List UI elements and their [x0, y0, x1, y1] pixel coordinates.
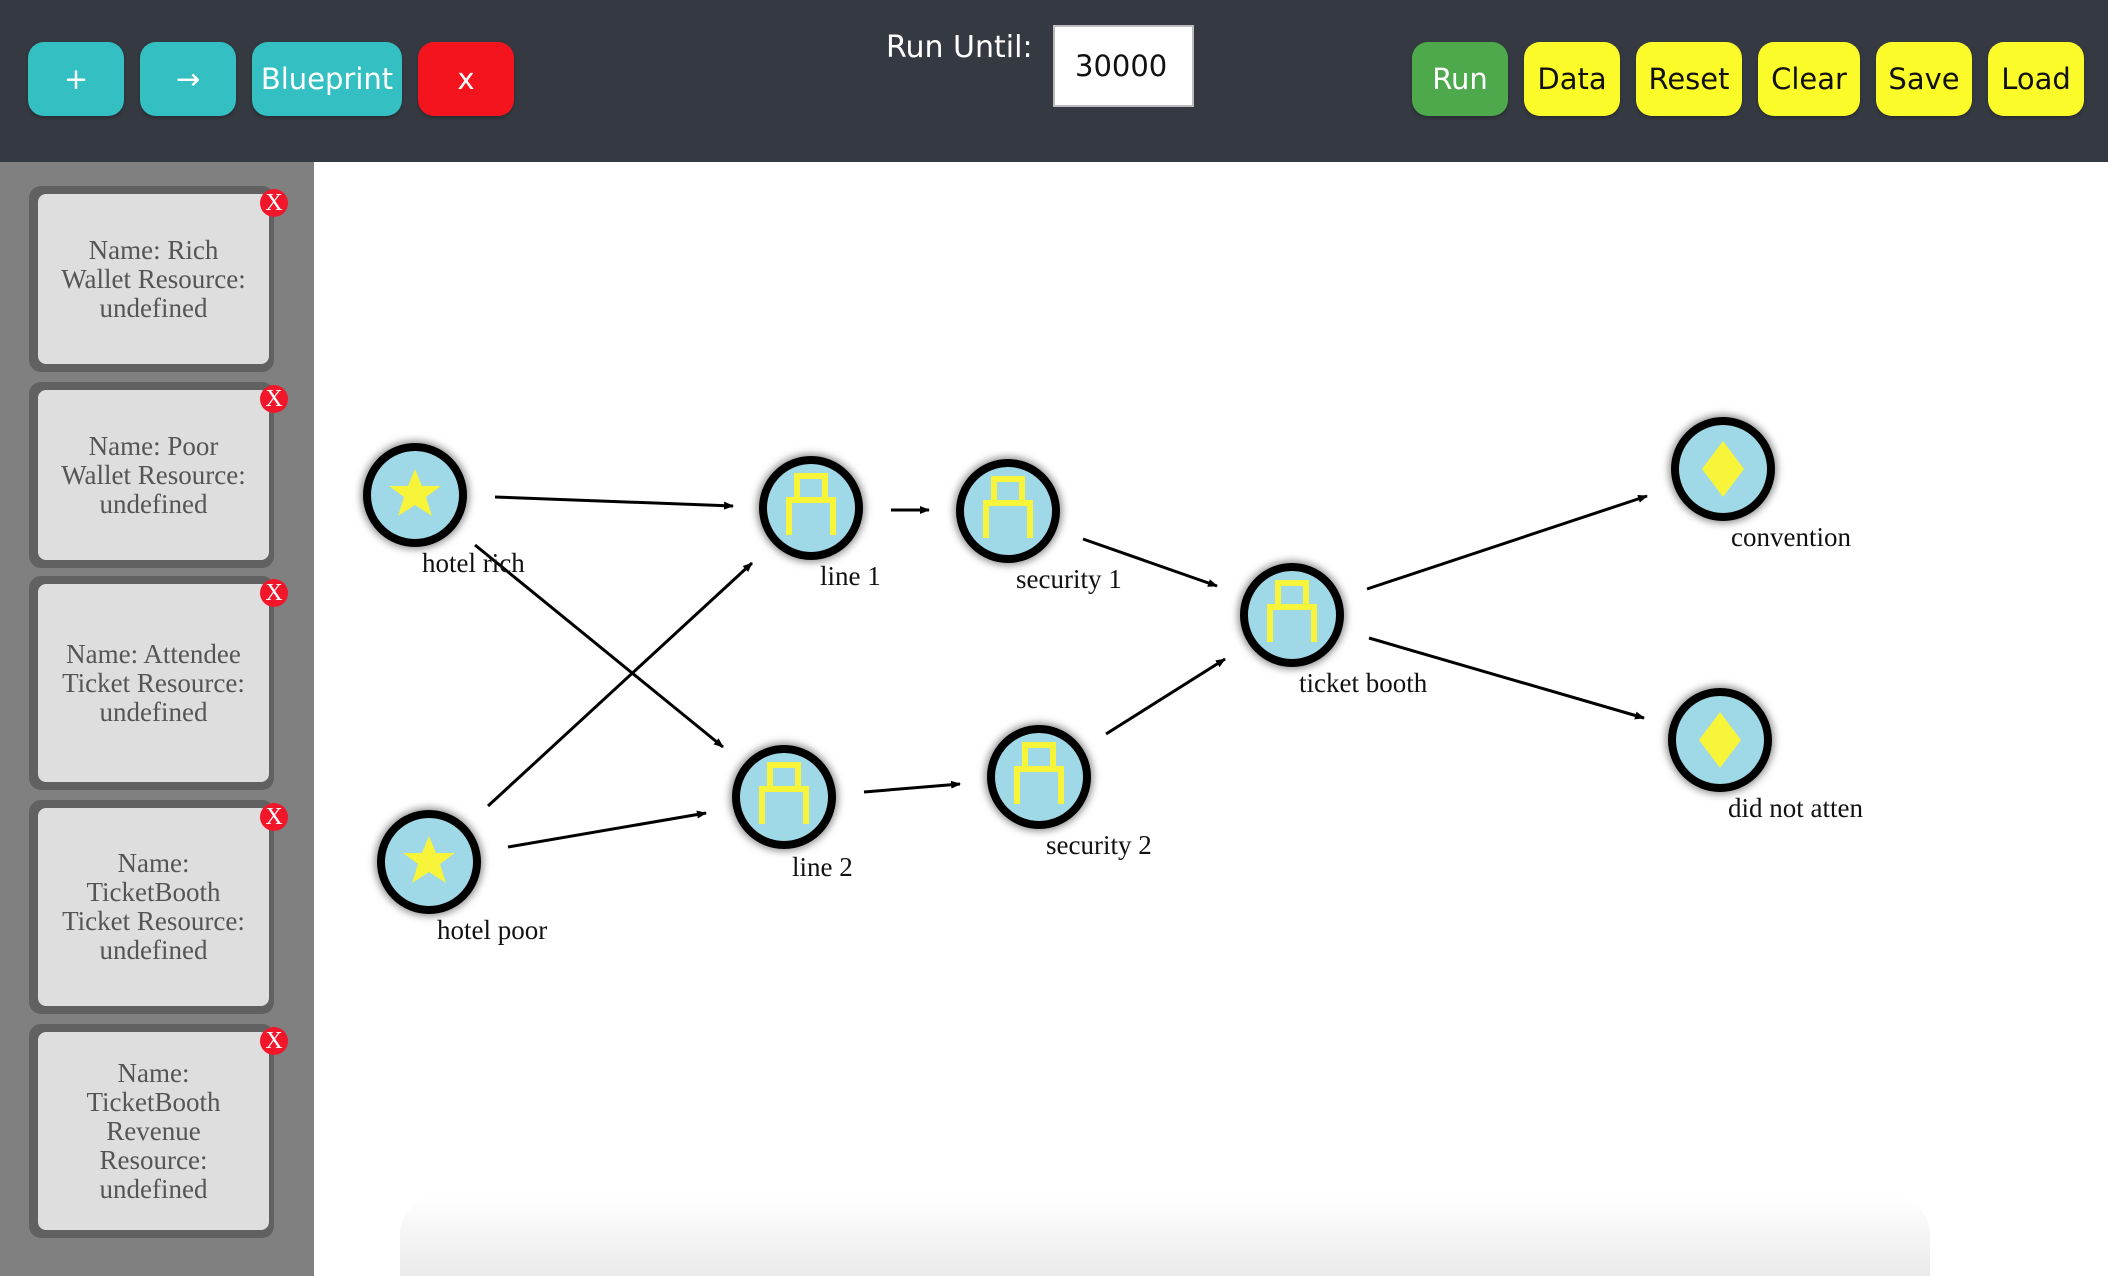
node-security-2[interactable] — [985, 723, 1093, 831]
node-label-hotel-rich: hotel rich — [422, 548, 525, 578]
edge-security-2-ticket-booth[interactable] — [1105, 657, 1226, 736]
node-label-line-2: line 2 — [792, 852, 853, 882]
node-line-1[interactable] — [757, 454, 865, 562]
node-label-convention: convention — [1731, 522, 1851, 552]
edge-line-2-security-2[interactable] — [863, 780, 961, 794]
node-line-2[interactable] — [730, 743, 838, 851]
node-hotel-rich[interactable] — [361, 441, 469, 549]
node-label-hotel-poor: hotel poor — [437, 915, 548, 945]
edge-ticket-booth-convention[interactable] — [1366, 494, 1648, 591]
edge-hotel-poor-line-2[interactable] — [507, 810, 707, 849]
node-ticket-booth[interactable] — [1238, 561, 1346, 669]
edge-hotel-rich-line-1[interactable] — [494, 495, 734, 510]
node-label-ticket-booth: ticket booth — [1299, 668, 1428, 698]
node-did-not-attend[interactable] — [1666, 686, 1774, 794]
node-label-security-2: security 2 — [1046, 830, 1152, 860]
node-label-security-1: security 1 — [1016, 564, 1122, 594]
node-security-1[interactable] — [954, 457, 1062, 565]
node-label-did-not-attend: did not atten — [1728, 793, 1863, 823]
node-hotel-poor[interactable] — [375, 808, 483, 916]
flow-diagram — [361, 415, 1777, 916]
node-convention[interactable] — [1669, 415, 1777, 523]
edge-hotel-poor-line-1[interactable] — [486, 561, 754, 808]
node-label-line-1: line 1 — [820, 561, 881, 591]
